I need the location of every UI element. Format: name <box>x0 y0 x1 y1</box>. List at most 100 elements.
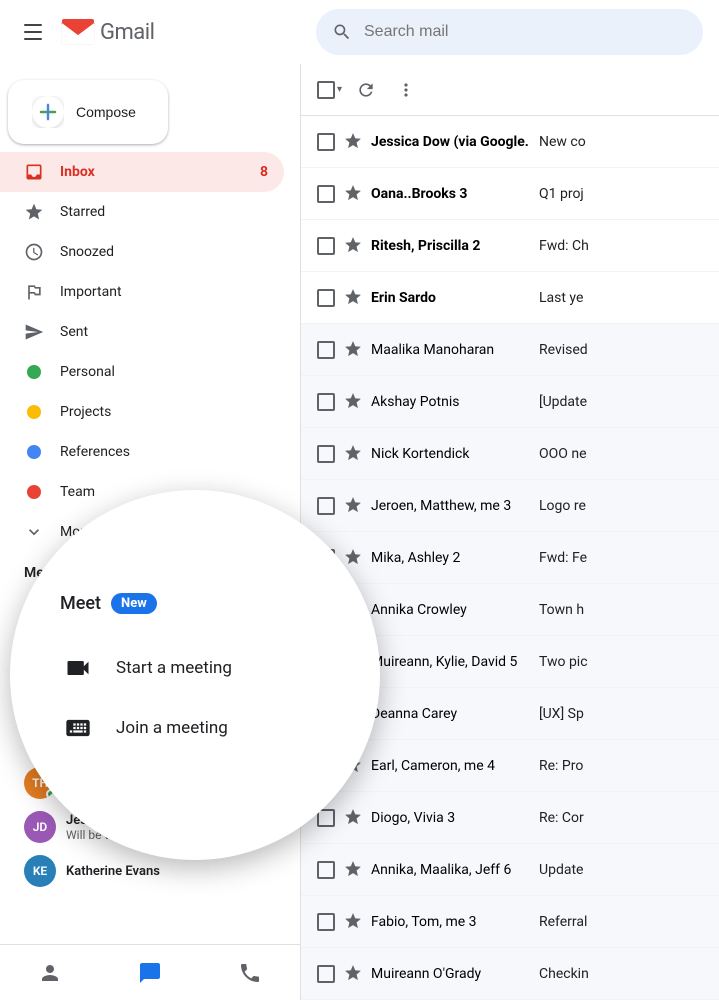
star-icon[interactable] <box>343 548 363 568</box>
hamburger-menu-icon[interactable] <box>16 16 50 48</box>
search-input[interactable] <box>364 23 687 41</box>
meet-popup[interactable]: Meet New Start a meeting Join a meeting <box>10 490 380 860</box>
email-row[interactable]: Nick Kortendick OOO ne <box>301 428 719 480</box>
sidebar-item-inbox[interactable]: Inbox 8 <box>0 152 284 192</box>
email-checkbox[interactable] <box>317 965 335 983</box>
sidebar-item-snoozed[interactable]: Snoozed <box>0 232 284 272</box>
star-icon[interactable] <box>343 236 363 256</box>
references-dot-icon <box>24 442 44 462</box>
popup-join-meeting[interactable]: Join a meeting <box>50 698 340 758</box>
clock-icon <box>24 242 44 262</box>
star-icon[interactable] <box>343 184 363 204</box>
star-icon[interactable] <box>343 496 363 516</box>
email-row[interactable]: Diogo, Vivia 3 Re: Cor <box>301 792 719 844</box>
email-sender: Earl, Cameron, me 4 <box>371 758 531 774</box>
email-checkbox[interactable] <box>317 341 335 359</box>
email-content: Checkin <box>539 966 703 982</box>
sidebar-item-references[interactable]: References <box>0 432 284 472</box>
sidebar-item-starred[interactable]: Starred <box>0 192 284 232</box>
email-content: Referral <box>539 914 703 930</box>
email-row[interactable]: Muireann O'Grady Checkin <box>301 948 719 1000</box>
star-icon[interactable] <box>343 392 363 412</box>
gmail-m-icon <box>60 14 96 50</box>
email-row[interactable]: Fabio, Tom, me 3 Referral <box>301 896 719 948</box>
email-toolbar: ▾ <box>301 64 719 116</box>
email-checkbox[interactable] <box>317 133 335 151</box>
email-checkbox[interactable] <box>317 861 335 879</box>
star-icon[interactable] <box>343 912 363 932</box>
select-all-checkbox[interactable] <box>317 81 335 99</box>
bottom-chat-button[interactable] <box>120 961 180 985</box>
email-content: OOO ne <box>539 446 703 462</box>
email-sender: Jeroen, Matthew, me 3 <box>371 498 531 514</box>
email-content: Town h <box>539 602 703 618</box>
popup-new-badge: New <box>111 593 157 614</box>
bottom-contacts-button[interactable] <box>20 961 80 985</box>
star-nav-icon <box>24 202 44 222</box>
select-all-area[interactable]: ▾ <box>317 81 342 99</box>
compose-label: Compose <box>76 104 136 120</box>
compose-button[interactable]: Compose <box>8 80 168 144</box>
email-checkbox[interactable] <box>317 913 335 931</box>
email-content: [Update <box>539 394 703 410</box>
popup-meet-title: Meet <box>60 593 101 614</box>
email-content: Re: Cor <box>539 810 703 826</box>
popup-start-meeting[interactable]: Start a meeting <box>50 638 340 698</box>
sidebar-item-important[interactable]: Important <box>0 272 284 312</box>
email-checkbox[interactable] <box>317 289 335 307</box>
email-checkbox[interactable] <box>317 185 335 203</box>
email-checkbox[interactable] <box>317 393 335 411</box>
email-row[interactable]: Annika, Maalika, Jeff 6 Update <box>301 844 719 896</box>
email-content: Fwd: Fe <box>539 550 703 566</box>
sidebar-item-personal[interactable]: Personal <box>0 352 284 392</box>
search-bar[interactable] <box>316 9 703 55</box>
star-icon[interactable] <box>343 964 363 984</box>
contact-avatar-2: KE <box>24 855 56 887</box>
email-row[interactable]: Erin Sardo Last ye <box>301 272 719 324</box>
personal-dot-icon <box>24 362 44 382</box>
email-content: Fwd: Ch <box>539 238 703 254</box>
starred-label: Starred <box>60 204 268 220</box>
email-checkbox[interactable] <box>317 497 335 515</box>
sidebar-item-projects[interactable]: Projects <box>0 392 284 432</box>
star-icon[interactable] <box>343 288 363 308</box>
email-sender: Muireann, Kylie, David 5 <box>371 654 531 670</box>
star-icon[interactable] <box>343 444 363 464</box>
search-icon <box>332 22 352 42</box>
team-dot-icon <box>24 482 44 502</box>
star-icon[interactable] <box>343 132 363 152</box>
inbox-icon <box>24 162 44 182</box>
more-options-button[interactable] <box>390 74 422 106</box>
bottom-phone-button[interactable] <box>220 961 280 985</box>
gmail-title: Gmail <box>100 20 154 45</box>
email-sender: Muireann O'Grady <box>371 966 531 982</box>
email-content: Last ye <box>539 290 703 306</box>
email-content: New co <box>539 134 703 150</box>
email-row[interactable]: Maalika Manoharan Revised <box>301 324 719 376</box>
email-row[interactable]: Jessica Dow (via Google. New co <box>301 116 719 168</box>
select-dropdown-arrow[interactable]: ▾ <box>337 84 342 95</box>
email-sender: Nick Kortendick <box>371 446 531 462</box>
email-checkbox[interactable] <box>317 445 335 463</box>
chevron-down-icon <box>24 522 44 542</box>
star-icon[interactable] <box>343 860 363 880</box>
email-sender: Diogo, Vivia 3 <box>371 810 531 826</box>
sidebar-item-sent[interactable]: Sent <box>0 312 284 352</box>
email-row[interactable]: Ritesh, Priscilla 2 Fwd: Ch <box>301 220 719 272</box>
sent-icon <box>24 322 44 342</box>
email-sender: Ritesh, Priscilla 2 <box>371 238 531 254</box>
email-row[interactable]: Oana..Brooks 3 Q1 proj <box>301 168 719 220</box>
header-left: Gmail <box>16 14 316 50</box>
inbox-badge: 8 <box>260 164 268 180</box>
contact-info-2: Katherine Evans <box>66 864 160 879</box>
email-row[interactable]: Jeroen, Matthew, me 3 Logo re <box>301 480 719 532</box>
email-checkbox[interactable] <box>317 237 335 255</box>
email-sender: Maalika Manoharan <box>371 342 531 358</box>
email-content: Logo re <box>539 498 703 514</box>
star-icon[interactable] <box>343 340 363 360</box>
email-sender: Akshay Potnis <box>371 394 531 410</box>
email-row[interactable]: Akshay Potnis [Update <box>301 376 719 428</box>
star-icon[interactable] <box>343 808 363 828</box>
email-content: [UX] Sp <box>539 706 703 722</box>
refresh-button[interactable] <box>350 74 382 106</box>
